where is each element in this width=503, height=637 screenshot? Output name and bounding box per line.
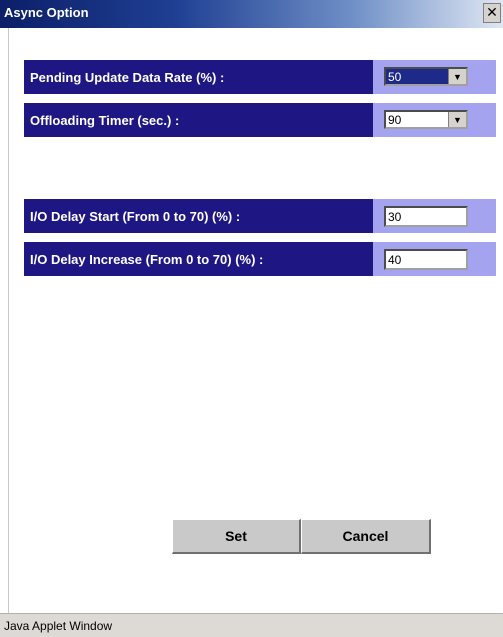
title-bar: Async Option ✕ [0, 0, 503, 28]
offloading-timer-value: 90 [388, 112, 402, 127]
set-button[interactable]: Set [172, 519, 301, 554]
cancel-button[interactable]: Cancel [301, 519, 431, 554]
io-delay-start-input[interactable]: 30 [384, 206, 468, 227]
io-delay-start-label: I/O Delay Start (From 0 to 70) (%) : [24, 199, 373, 233]
window-left-edge [0, 28, 9, 613]
offloading-timer-label: Offloading Timer (sec.) : [24, 103, 373, 137]
io-delay-increase-input[interactable]: 40 [384, 249, 468, 270]
close-icon: ✕ [486, 5, 498, 21]
pending-update-label: Pending Update Data Rate (%) : [24, 60, 373, 94]
status-text: Java Applet Window [4, 618, 113, 633]
chevron-down-icon[interactable]: ▼ [448, 69, 466, 84]
pending-update-value: 50 [386, 69, 448, 84]
offloading-timer-select[interactable]: 90 ▼ [384, 110, 468, 129]
status-bar: Java Applet Window [0, 613, 503, 637]
pending-update-select[interactable]: 50 ▼ [384, 67, 468, 86]
io-delay-increase-label: I/O Delay Increase (From 0 to 70) (%) : [24, 242, 373, 276]
close-button[interactable]: ✕ [483, 3, 501, 23]
chevron-down-icon[interactable]: ▼ [448, 112, 466, 127]
window-title: Async Option [4, 5, 89, 20]
